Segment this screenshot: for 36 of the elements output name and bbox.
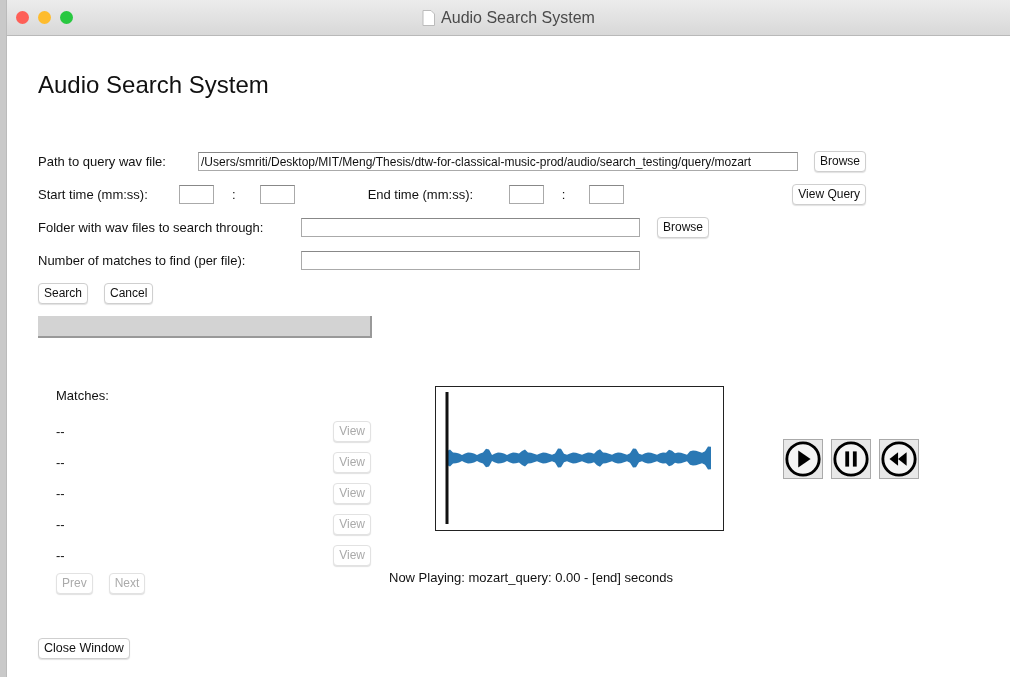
match-text: -- bbox=[56, 484, 65, 503]
now-playing-text: Now Playing: mozart_query: 0.00 - [end] seconds bbox=[389, 569, 674, 587]
page-heading: Audio Search System bbox=[38, 70, 270, 100]
cancel-button[interactable]: Cancel bbox=[104, 283, 154, 304]
input-field[interactable] bbox=[589, 185, 625, 204]
match-text: -- bbox=[56, 515, 65, 534]
browse-button[interactable]: Browse bbox=[657, 217, 709, 238]
match-text: -- bbox=[56, 546, 65, 565]
search-button[interactable]: Search bbox=[38, 283, 89, 304]
input-field[interactable] bbox=[301, 218, 640, 237]
field-label: Folder with wav files to search through: bbox=[38, 218, 265, 237]
browse-button[interactable]: Browse bbox=[814, 151, 866, 172]
pause-button[interactable] bbox=[831, 439, 871, 479]
rewind-button[interactable] bbox=[879, 439, 919, 479]
zoom-icon[interactable] bbox=[60, 11, 73, 24]
field-label: Path to query wav file: bbox=[38, 152, 167, 171]
input-field[interactable] bbox=[259, 185, 295, 204]
separator-text: : bbox=[232, 185, 236, 204]
input-field[interactable] bbox=[508, 185, 544, 204]
field-label: Number of matches to find (per file): bbox=[38, 251, 247, 270]
play-button[interactable] bbox=[783, 439, 823, 479]
input-field[interactable] bbox=[301, 251, 640, 270]
close-icon[interactable] bbox=[16, 11, 29, 24]
field-label: Start time (mm:ss): bbox=[38, 185, 149, 204]
window-title: Audio Search System bbox=[441, 7, 595, 28]
field-label: End time (mm:ss): bbox=[367, 185, 475, 204]
view-query-button[interactable]: View Query bbox=[792, 184, 867, 205]
separator-text: : bbox=[561, 185, 566, 204]
matches-label: Matches: bbox=[56, 387, 110, 405]
document-icon bbox=[422, 9, 436, 26]
close-window-button[interactable]: Close Window bbox=[38, 638, 130, 659]
playhead[interactable] bbox=[445, 392, 449, 524]
input-field[interactable]: /Users/smriti/Desktop/MIT/Meng/Thesis/dtw-for-classical-music-prod/audio/search_testing/query/mozart bbox=[198, 152, 798, 171]
match-text: -- bbox=[56, 422, 65, 441]
match-text: -- bbox=[56, 453, 65, 472]
input-field[interactable] bbox=[179, 185, 214, 204]
